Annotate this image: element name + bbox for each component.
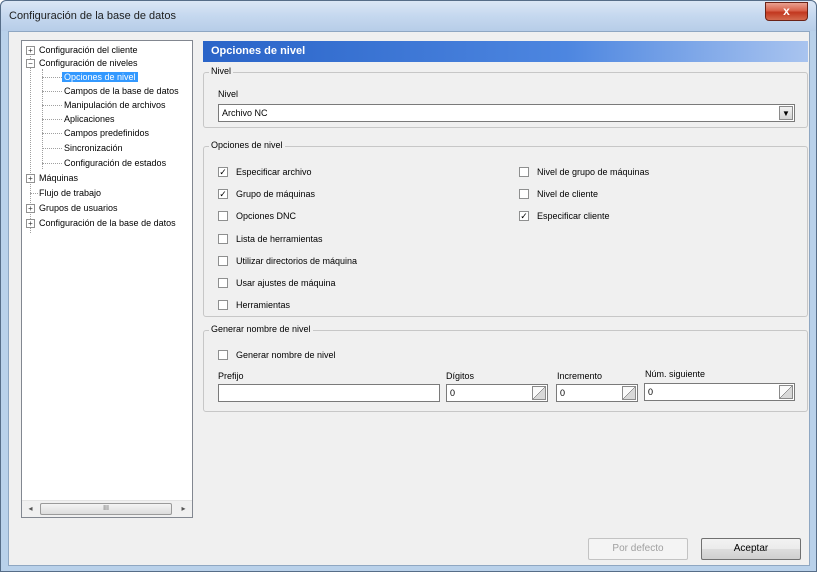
checkbox-label: Herramientas — [236, 300, 291, 310]
tree-item-label: Flujo de trabajo — [39, 188, 102, 198]
checkbox-box[interactable]: ✓ — [218, 189, 228, 199]
checkbox-box[interactable] — [218, 350, 228, 360]
tree-connector — [42, 119, 62, 120]
checkbox-label: Grupo de máquinas — [236, 189, 316, 199]
spinner-icon[interactable] — [779, 385, 793, 399]
num-siguiente-value: 0 — [648, 387, 654, 397]
tree-item-sincronizacion[interactable]: Sincronización — [64, 142, 123, 155]
checkbox-box[interactable] — [218, 300, 228, 310]
checkbox-box[interactable] — [218, 256, 228, 266]
incremento-value: 0 — [560, 388, 566, 398]
tree-item-label: Opciones de nivel — [62, 72, 138, 82]
checkbox-label: Utilizar directorios de máquina — [236, 256, 358, 266]
tree-item-label: Sincronización — [64, 143, 123, 153]
expand-icon[interactable]: + — [26, 219, 35, 228]
tree-item-configuracion-estados[interactable]: Configuración de estados — [64, 157, 166, 170]
checkbox-box[interactable]: ✓ — [519, 211, 529, 221]
tree-connector — [42, 133, 62, 134]
checkbox-label: Nivel de grupo de máquinas — [537, 167, 650, 177]
tree-item-label: Aplicaciones — [64, 114, 115, 124]
tree-item-flujo-trabajo[interactable]: Flujo de trabajo — [39, 187, 101, 200]
prefijo-input[interactable] — [218, 384, 440, 402]
tree-connector — [42, 91, 62, 92]
tree-connector — [42, 105, 62, 106]
tree-connector — [42, 163, 62, 164]
checkbox-label: Opciones DNC — [236, 211, 297, 221]
scrollbar-thumb[interactable]: III — [40, 503, 172, 515]
group-legend: Nivel — [209, 66, 234, 76]
checkbox-label: Especificar archivo — [236, 167, 312, 177]
tree-item-campos-predefinidos[interactable]: Campos predefinidos — [64, 127, 149, 140]
nivel-selected-value: Archivo NC — [222, 108, 268, 118]
expand-icon[interactable]: + — [26, 204, 35, 213]
scroll-right-icon[interactable]: ▸ — [175, 501, 192, 517]
incremento-label: Incremento — [557, 371, 603, 381]
tree-item-label: Configuración del cliente — [39, 45, 138, 55]
checkbox-box[interactable] — [218, 278, 228, 288]
tree-item-label: Configuración de la base de datos — [39, 218, 176, 228]
tree-item-manipulacion-archivos[interactable]: Manipulación de archivos — [64, 99, 166, 112]
nivel-dropdown[interactable]: Archivo NC ▼ — [218, 104, 795, 122]
tree-connector — [30, 193, 38, 194]
chevron-down-icon[interactable]: ▼ — [779, 106, 793, 120]
digitos-label: Dígitos — [446, 371, 475, 381]
num-siguiente-input[interactable]: 0 — [644, 383, 795, 401]
group-legend: Opciones de nivel — [209, 140, 285, 150]
tree-item-label: Campos de la base de datos — [64, 86, 179, 96]
checkbox-label: Generar nombre de nivel — [236, 350, 336, 360]
incremento-input[interactable]: 0 — [556, 384, 638, 402]
settings-tree[interactable]: + Configuración del cliente − Configurac… — [21, 40, 193, 518]
panel-header: Opciones de nivel — [203, 41, 808, 62]
tree-item-label: Manipulación de archivos — [64, 100, 166, 110]
tree-connector — [42, 77, 62, 78]
digitos-input[interactable]: 0 — [446, 384, 548, 402]
opciones-nivel-group: Opciones de nivel ✓ Especificar archivo … — [203, 140, 808, 317]
tree-item-campos-base-datos[interactable]: Campos de la base de datos — [64, 85, 179, 98]
prefijo-label: Prefijo — [218, 371, 244, 381]
digitos-value: 0 — [450, 388, 456, 398]
checkbox-label: Lista de herramientas — [236, 234, 323, 244]
tree-item-label: Configuración de estados — [64, 158, 167, 168]
tree-item-opciones-nivel[interactable]: Opciones de nivel — [62, 71, 138, 84]
nivel-label: Nivel — [218, 89, 239, 99]
spinner-icon[interactable] — [532, 386, 546, 400]
tree-item-label: Máquinas — [39, 173, 79, 183]
expand-icon[interactable]: + — [26, 46, 35, 55]
tree-item-aplicaciones[interactable]: Aplicaciones — [64, 113, 115, 126]
window-title: Configuración de la base de datos — [9, 10, 176, 22]
por-defecto-button[interactable]: Por defecto — [588, 538, 688, 560]
title-bar: Configuración de la base de datos x — [1, 1, 816, 31]
close-button[interactable]: x — [765, 2, 808, 21]
checkbox-box[interactable] — [218, 211, 228, 221]
aceptar-button[interactable]: Aceptar — [701, 538, 801, 560]
generar-nombre-group: Generar nombre de nivel Generar nombre d… — [203, 324, 808, 412]
expand-icon[interactable]: + — [26, 174, 35, 183]
collapse-icon[interactable]: − — [26, 59, 35, 68]
checkbox-label: Usar ajustes de máquina — [236, 278, 336, 288]
tree-item-label: Grupos de usuarios — [39, 203, 118, 213]
dialog-window: Configuración de la base de datos x + Co… — [0, 0, 817, 572]
tree-item-label: Campos predefinidos — [64, 128, 150, 138]
checkbox-box[interactable] — [519, 189, 529, 199]
tree-item-label: Configuración de niveles — [39, 58, 138, 68]
checkbox-box[interactable] — [218, 234, 228, 244]
nivel-group: Nivel Nivel Archivo NC ▼ — [203, 66, 808, 128]
group-legend: Generar nombre de nivel — [209, 324, 313, 334]
checkbox-label: Nivel de cliente — [537, 189, 599, 199]
num-siguiente-label: Núm. siguiente — [645, 369, 706, 379]
tree-connector — [42, 148, 62, 149]
scroll-left-icon[interactable]: ◂ — [22, 501, 39, 517]
horizontal-scrollbar[interactable]: ◂ III ▸ — [22, 500, 192, 517]
dialog-client-area: + Configuración del cliente − Configurac… — [8, 31, 810, 566]
checkbox-label: Especificar cliente — [537, 211, 610, 221]
checkbox-box[interactable]: ✓ — [218, 167, 228, 177]
checkbox-box[interactable] — [519, 167, 529, 177]
spinner-icon[interactable] — [622, 386, 636, 400]
